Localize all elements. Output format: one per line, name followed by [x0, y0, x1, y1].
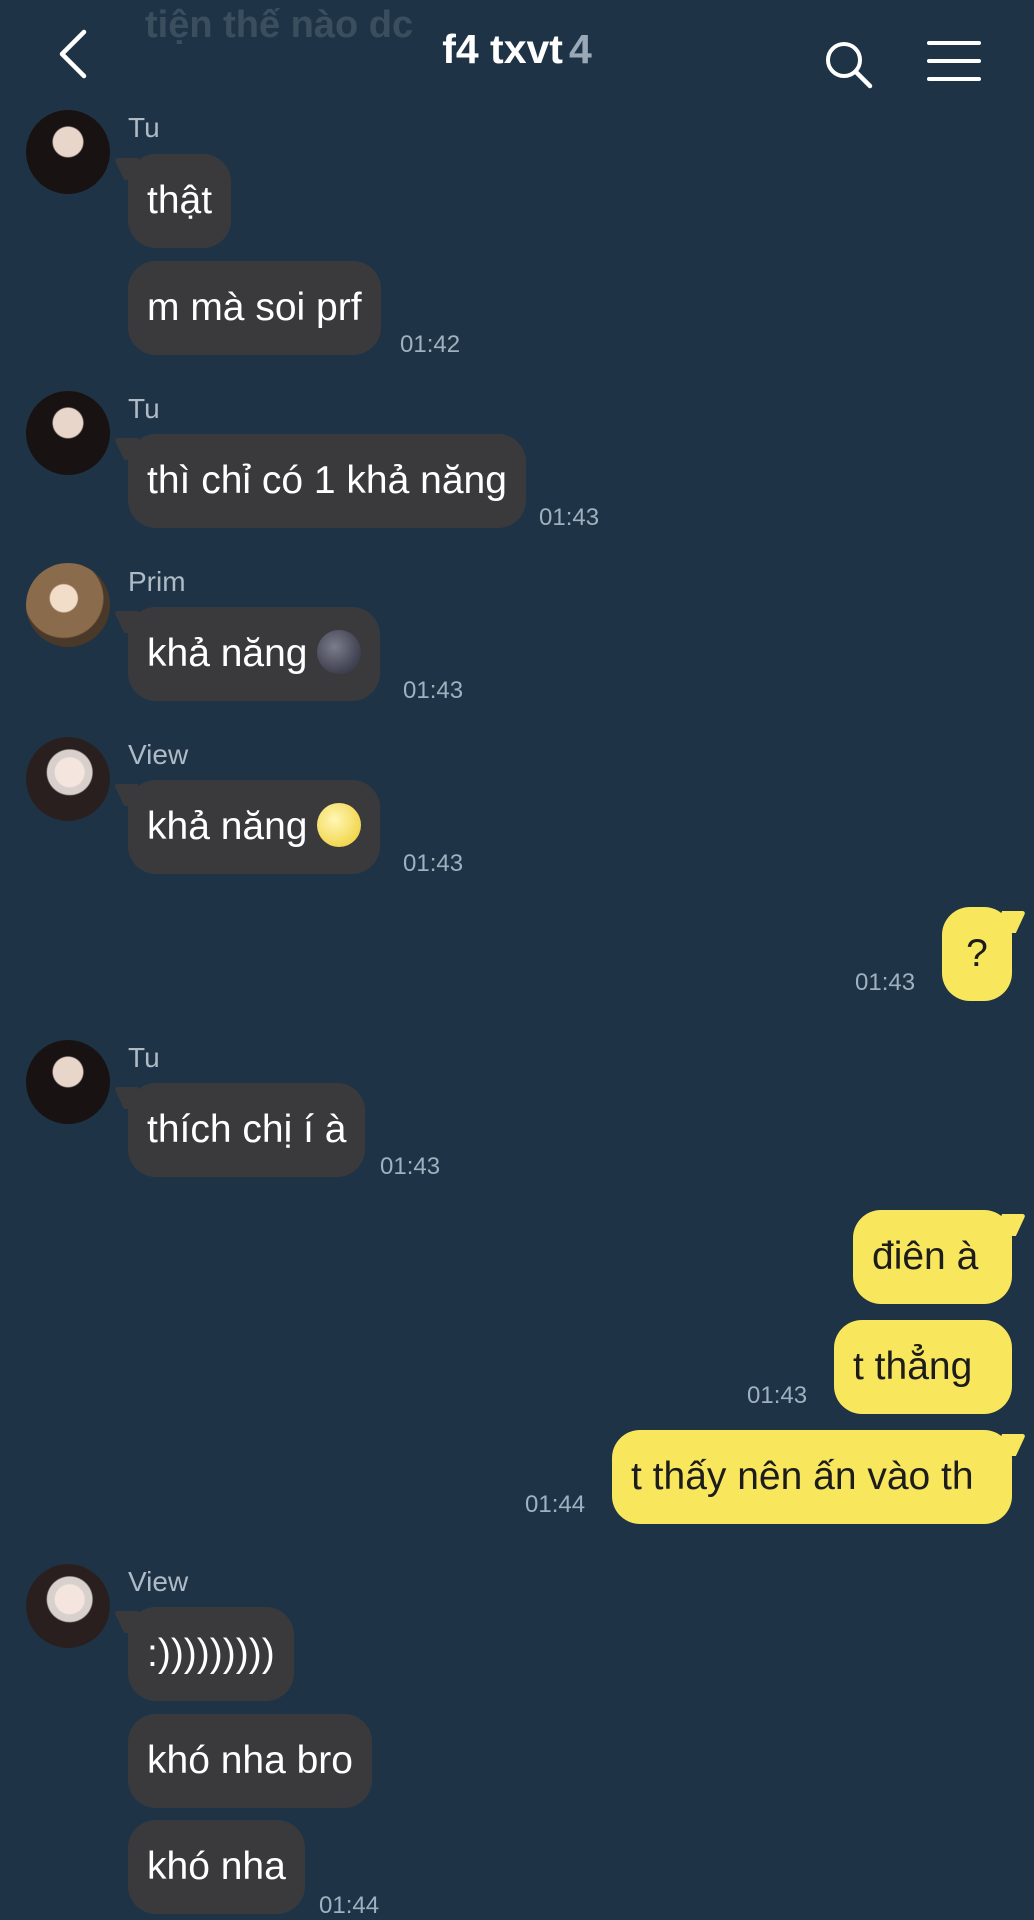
new-moon-face-icon: [317, 630, 362, 674]
avatar-tu[interactable]: [26, 391, 110, 475]
message-bubble[interactable]: :))))))))): [128, 1607, 294, 1701]
message-bubble[interactable]: thích chị í à: [128, 1083, 366, 1177]
menu-icon: [927, 41, 981, 81]
message-bubble[interactable]: khả năng: [128, 780, 381, 874]
message-bubble[interactable]: điên à: [853, 1210, 1012, 1304]
message-time: 01:43: [855, 969, 916, 996]
message-bubble[interactable]: khó nha bro: [128, 1714, 372, 1808]
sender-name: Tu: [128, 393, 160, 424]
search-button[interactable]: [822, 38, 876, 92]
message-text: khả năng: [147, 805, 308, 848]
sender-name: Prim: [128, 566, 186, 597]
search-icon: [826, 42, 873, 89]
message-time: 01:44: [525, 1491, 586, 1518]
message-text: khả năng: [147, 632, 308, 675]
message-time: 01:43: [539, 504, 600, 531]
menu-button[interactable]: [926, 38, 982, 84]
chat-name: f4 txvt: [442, 26, 563, 72]
message-bubble[interactable]: khả năng: [128, 607, 381, 701]
chat-header: tiện thế nào dc f4 txvt 4: [0, 0, 1034, 110]
message-bubble[interactable]: t thẳng: [834, 1320, 1012, 1414]
avatar-view[interactable]: [26, 737, 110, 821]
message-time: 01:43: [747, 1382, 808, 1409]
sender-name: Tu: [128, 112, 160, 143]
message-bubble[interactable]: ?: [942, 907, 1012, 1001]
message-time: 01:43: [403, 850, 464, 877]
message-time: 01:43: [380, 1153, 441, 1180]
message-time: 01:42: [400, 331, 461, 358]
sender-name: Tu: [128, 1042, 160, 1073]
message-time: 01:43: [403, 677, 464, 704]
avatar-view[interactable]: [26, 1564, 110, 1648]
member-count: 4: [568, 26, 592, 72]
avatar-tu[interactable]: [26, 1040, 110, 1124]
full-moon-face-icon: [317, 803, 362, 847]
message-bubble[interactable]: khó nha: [128, 1820, 305, 1914]
message-bubble[interactable]: thật: [128, 154, 232, 248]
message-bubble[interactable]: t thấy nên ấn vào th: [612, 1430, 1012, 1524]
message-bubble[interactable]: m mà soi prf: [128, 261, 381, 355]
message-bubble[interactable]: thì chỉ có 1 khả năng: [128, 434, 526, 528]
sender-name: View: [128, 1566, 189, 1597]
chat-title: f4 txvt 4: [0, 26, 1034, 73]
avatar-tu[interactable]: [26, 110, 110, 194]
avatar-prim[interactable]: [26, 563, 110, 647]
message-time: 01:44: [319, 1892, 380, 1919]
sender-name: View: [128, 739, 189, 770]
